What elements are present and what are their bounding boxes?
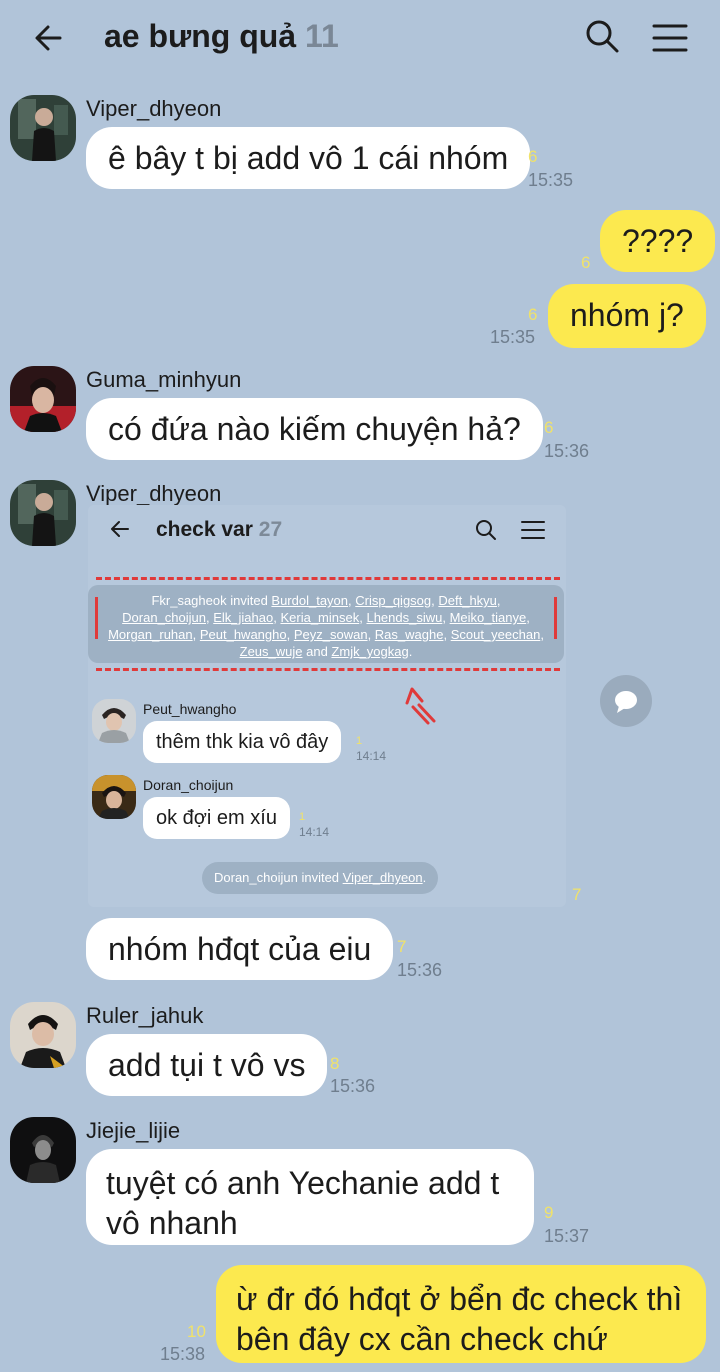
embedded-member-count: 27 xyxy=(258,518,283,541)
chat-title: ae bưng quả 11 xyxy=(104,18,339,55)
avatar[interactable] xyxy=(10,1117,76,1183)
my-message-bubble[interactable]: nhóm j? xyxy=(548,284,706,348)
embedded-chat-title: check var 27 xyxy=(156,518,282,542)
sender-name: Viper_dhyeon xyxy=(86,481,222,506)
unread-count: 9 xyxy=(544,1203,554,1222)
chat-bubble-icon xyxy=(615,691,637,713)
sender-name: Doran_choijun xyxy=(143,777,234,793)
sender-name: Guma_minhyun xyxy=(86,367,242,392)
message-time: 14:14 xyxy=(299,825,330,839)
message-time: 15:36 xyxy=(544,441,590,461)
message-bubble[interactable]: có đứa nào kiếm chuyện hả? xyxy=(86,398,543,460)
message-time: 15:35 xyxy=(490,327,536,347)
unread-count: 6 xyxy=(581,253,591,272)
sender-name: Viper_dhyeon xyxy=(86,96,222,121)
menu-icon xyxy=(520,518,546,542)
message-time: 15:36 xyxy=(397,960,443,980)
shared-screenshot-image[interactable]: check var 27 Fkr_sagheok invited Burdol_… xyxy=(88,505,566,907)
invite-notice: Fkr_sagheok invited Burdol_tayon, Crisp_… xyxy=(88,585,564,663)
menu-icon[interactable] xyxy=(650,18,690,58)
unread-count: 6 xyxy=(544,418,554,437)
message-bubble[interactable]: ê bây t bị add vô 1 cái nhóm xyxy=(86,127,531,189)
highlight-border xyxy=(95,597,98,639)
member-count: 11 xyxy=(304,18,339,54)
share-button[interactable] xyxy=(600,675,652,727)
message-bubble[interactable]: nhóm hđqt của eiu xyxy=(86,918,394,980)
search-icon[interactable] xyxy=(582,16,622,56)
avatar[interactable] xyxy=(10,95,76,161)
message-bubble: thêm thk kia vô đây xyxy=(143,721,342,763)
message-bubble[interactable]: tuyệt có anh Yechanie add t vô nhanh xyxy=(86,1149,534,1245)
my-message-bubble[interactable]: ???? xyxy=(600,210,716,272)
embedded-chat-name: check var xyxy=(156,518,253,541)
avatar xyxy=(92,699,136,743)
unread-count: 6 xyxy=(528,147,538,166)
highlight-border xyxy=(96,577,560,580)
unread-count: 7 xyxy=(397,937,407,956)
sender-name: Peut_hwangho xyxy=(143,701,237,717)
avatar[interactable] xyxy=(10,1002,76,1068)
message-bubble: ok đợi em xíu xyxy=(143,797,290,839)
message-time: 15:36 xyxy=(330,1076,376,1096)
my-message-bubble[interactable]: ừ đr đó hđqt ở bển đc check thì bên đây … xyxy=(216,1265,706,1363)
message-time: 14:14 xyxy=(356,749,387,763)
sender-name: Ruler_jahuk xyxy=(86,1003,204,1028)
search-icon xyxy=(474,518,498,542)
unread-count: 7 xyxy=(572,885,582,904)
highlight-border xyxy=(554,597,557,639)
unread-count: 1 xyxy=(356,735,363,747)
message-bubble[interactable]: add tụi t vô vs xyxy=(86,1034,328,1096)
unread-count: 6 xyxy=(528,305,538,324)
message-time: 15:38 xyxy=(160,1344,206,1364)
sender-name: Jiejie_lijie xyxy=(86,1118,181,1143)
back-arrow-icon[interactable] xyxy=(30,18,70,58)
unread-count: 1 xyxy=(299,811,306,823)
chat-name: ae bưng quả xyxy=(104,18,297,54)
unread-count: 8 xyxy=(330,1054,340,1073)
avatar xyxy=(92,775,136,819)
message-time: 15:35 xyxy=(528,170,574,190)
red-arrow-icon xyxy=(404,687,438,731)
avatar[interactable] xyxy=(10,366,76,432)
unread-count: 10 xyxy=(187,1322,206,1341)
back-arrow-icon xyxy=(108,517,132,541)
avatar[interactable] xyxy=(10,480,76,546)
system-notice: Doran_choijun invited Viper_dhyeon. xyxy=(202,862,439,894)
message-time: 15:37 xyxy=(544,1226,590,1246)
highlight-border xyxy=(96,668,560,671)
